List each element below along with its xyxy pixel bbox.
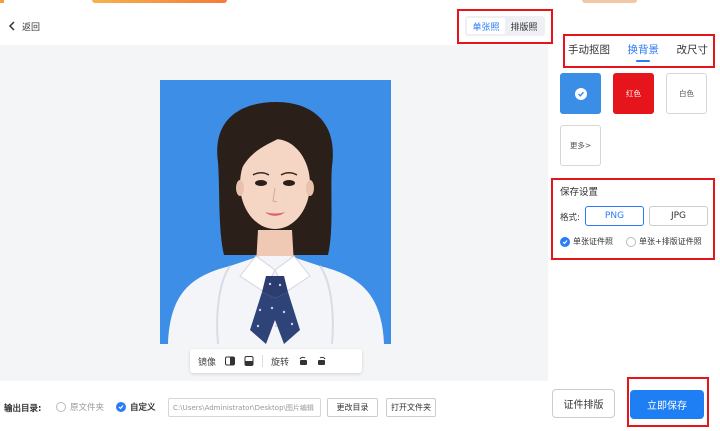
check-icon bbox=[574, 87, 587, 100]
radio-checked-icon bbox=[116, 402, 126, 412]
background-swatch-white[interactable]: 白色 bbox=[666, 73, 707, 114]
rotate-label: 旋转 bbox=[271, 357, 290, 368]
rotate-left-icon[interactable] bbox=[297, 356, 308, 367]
output-dir-label: 输出目录: bbox=[4, 404, 42, 414]
id-photo-preview bbox=[160, 80, 391, 344]
back-button[interactable]: 返回 bbox=[8, 19, 40, 33]
original-folder-label: 原文件夹 bbox=[70, 403, 105, 413]
top-banner-decoration bbox=[92, 0, 227, 3]
tools-divider bbox=[262, 355, 264, 367]
highlight-box-tabs bbox=[563, 34, 715, 68]
highlight-box-save-settings bbox=[551, 178, 715, 260]
rotate-right-icon[interactable] bbox=[316, 356, 327, 367]
portrait-image bbox=[160, 80, 391, 344]
highlight-box-save bbox=[627, 377, 709, 427]
open-folder-button[interactable]: 打开文件夹 bbox=[386, 398, 436, 417]
background-swatch-red[interactable]: 红色 bbox=[613, 73, 654, 114]
option-custom-folder[interactable]: 自定义 bbox=[116, 401, 156, 413]
custom-folder-label: 自定义 bbox=[130, 403, 156, 413]
id-layout-button[interactable]: 证件排版 bbox=[552, 389, 615, 418]
option-original-folder[interactable]: 原文件夹 bbox=[56, 401, 104, 413]
top-decoration bbox=[0, 0, 4, 3]
back-label: 返回 bbox=[22, 22, 41, 33]
chevron-left-icon bbox=[8, 21, 15, 31]
flip-horizontal-icon[interactable] bbox=[224, 356, 235, 367]
image-tools-bar: 镜像 旋转 bbox=[190, 349, 362, 373]
more-colors-button[interactable]: 更多> bbox=[560, 125, 601, 166]
background-swatch-blue[interactable] bbox=[560, 73, 601, 114]
highlight-box-mode bbox=[457, 9, 553, 44]
flip-vertical-icon[interactable] bbox=[243, 356, 254, 367]
mirror-label: 镜像 bbox=[198, 357, 217, 368]
output-path-field[interactable]: C:\Users\Administrator\Desktop\图片编辑 bbox=[168, 398, 321, 417]
top-banner-decoration-right bbox=[582, 0, 637, 3]
radio-unchecked-icon bbox=[56, 402, 66, 412]
change-dir-button[interactable]: 更改目录 bbox=[327, 398, 378, 417]
